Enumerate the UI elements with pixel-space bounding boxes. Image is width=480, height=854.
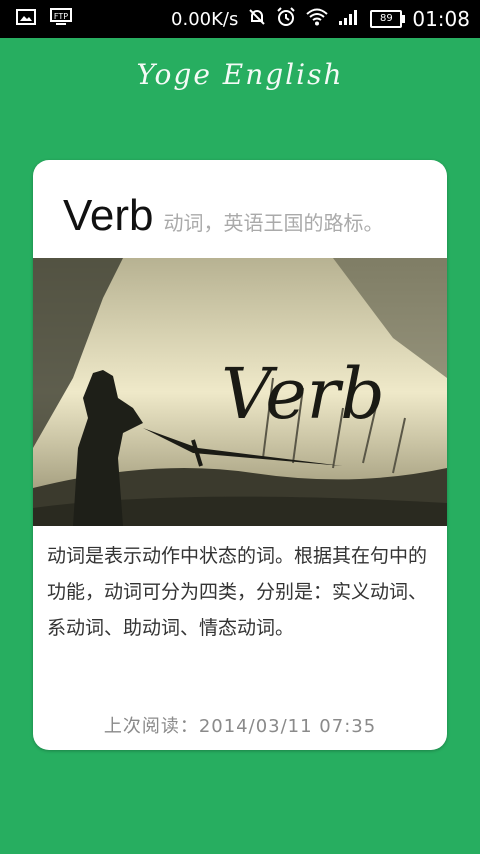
app-title: Yoge English [136, 58, 344, 91]
card-subtitle: 动词，英语王国的路标。 [163, 211, 384, 235]
illustration-text: Verb [221, 353, 385, 435]
status-right: 0.00K/s 89 01:08 [171, 6, 480, 32]
status-left: FTP [0, 8, 72, 30]
clock: 01:08 [412, 7, 470, 31]
wifi-icon [306, 8, 329, 31]
card-word: Verb [63, 191, 154, 240]
card-description: 动词是表示动作中状态的词。根据其在句中的功能，动词可分为四类，分别是：实义动词、… [47, 545, 428, 639]
svg-text:FTP: FTP [54, 12, 68, 21]
status-bar: FTP 0.00K/s 89 01:08 [0, 0, 480, 38]
card-illustration: Verb [33, 258, 447, 526]
alarm-icon [276, 6, 296, 32]
signal-icon [338, 8, 360, 31]
word-card[interactable]: Verb 动词，英语王国的路标。 Verb 动词是表示动作中状态的词。根据其在句… [33, 160, 447, 750]
ftp-icon: FTP [50, 8, 72, 30]
last-read-label: 上次阅读：2014/03/11 07:35 [103, 716, 377, 737]
card-header: Verb 动词，英语王国的路标。 [33, 160, 447, 258]
battery-icon: 89 [370, 10, 406, 28]
net-speed: 0.00K/s [171, 8, 239, 30]
mute-icon [248, 8, 266, 31]
image-icon [16, 9, 36, 29]
